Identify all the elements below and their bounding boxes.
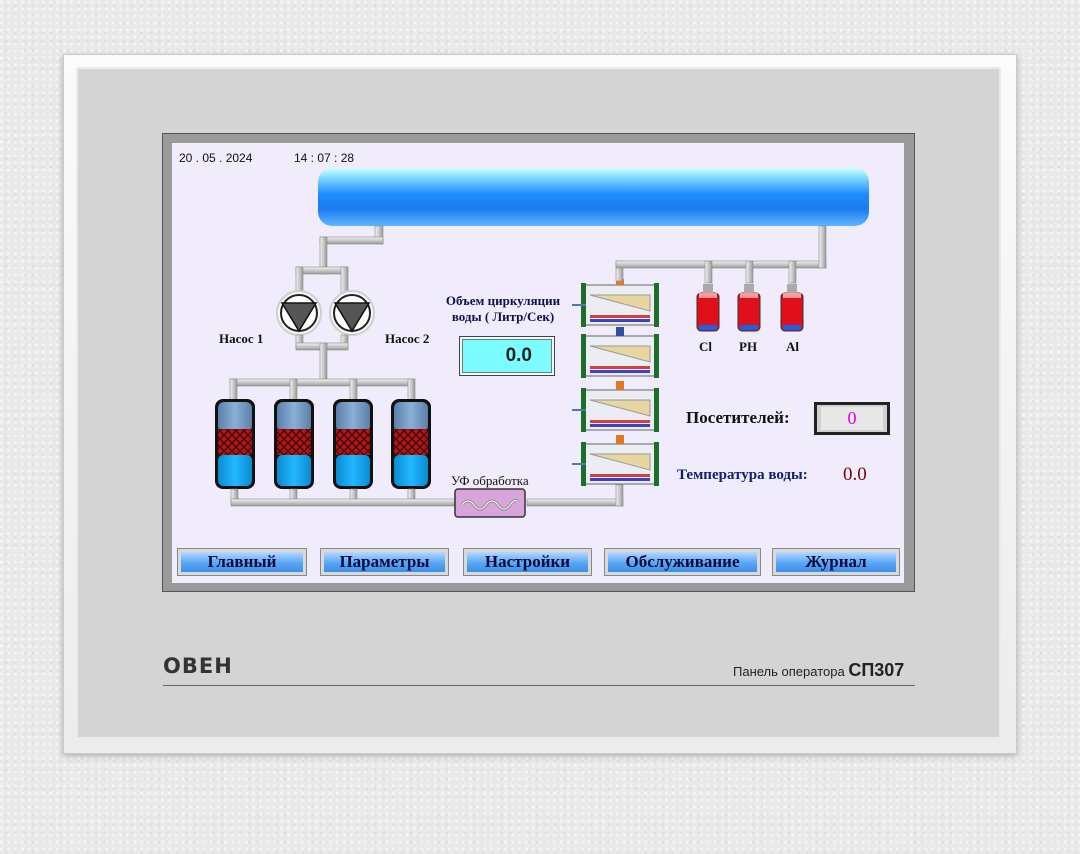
filters	[215, 399, 431, 489]
visitors-label: Посетителей:	[686, 408, 790, 427]
exchanger-2	[581, 327, 659, 378]
exchanger-1	[572, 279, 659, 327]
nav-parameters-label: Параметры	[324, 552, 445, 572]
flow-value-display: 0.0	[459, 336, 555, 376]
dosing-tanks	[696, 284, 804, 332]
pump-2-label: Насос 2	[385, 331, 430, 346]
model-code: СП307	[848, 660, 905, 680]
filter-2	[274, 399, 314, 489]
brand-logo: ОВЕН	[163, 654, 233, 678]
nav-maintenance-label: Обслуживание	[608, 552, 757, 572]
uv-unit	[454, 488, 526, 518]
nav-parameters-button[interactable]: Параметры	[320, 548, 449, 576]
nav-settings-button[interactable]: Настройки	[463, 548, 592, 576]
visitors-counter: 0	[814, 402, 890, 435]
flow-label-line1: Объем циркуляции	[445, 293, 561, 308]
filter-3	[333, 399, 373, 489]
device-model: Панель оператора СП307	[733, 660, 904, 681]
heat-exchanger-stack	[572, 279, 659, 486]
dosing-label-cl: Cl	[699, 339, 712, 354]
pump-1	[276, 290, 322, 336]
exchanger-3	[572, 381, 659, 432]
visitors-value: 0	[821, 407, 883, 430]
dosing-label-ph: PH	[739, 339, 758, 354]
pump-1-label: Насос 1	[219, 331, 264, 346]
pipe-return-to-reservoir	[615, 225, 827, 284]
pipe-reservoir-to-pumps	[295, 225, 384, 294]
pump-2	[329, 290, 375, 336]
nav-maintenance-button[interactable]: Обслуживание	[604, 548, 761, 576]
dosing-label-al: Al	[786, 339, 799, 354]
dosing-tank-cl	[696, 284, 720, 332]
uv-label: УФ обработка	[451, 473, 529, 488]
model-caption: Панель оператора	[733, 664, 845, 679]
hmi-screen: 20 . 05 . 2024 14 : 07 : 28 Насос 1 Насо…	[172, 143, 904, 583]
nav-journal-label: Журнал	[776, 552, 896, 572]
water-temp-value: 0.0	[843, 464, 867, 485]
filter-4	[391, 399, 431, 489]
dosing-tank-ph	[737, 284, 761, 332]
nav-main-button[interactable]: Главный	[177, 548, 307, 576]
flow-label-line2: воды ( Литр/Сек)	[451, 309, 555, 324]
nav-settings-label: Настройки	[467, 552, 588, 572]
bezel-divider	[163, 685, 915, 686]
nav-main-label: Главный	[181, 552, 303, 572]
filter-1	[215, 399, 255, 489]
nav-journal-button[interactable]: Журнал	[772, 548, 900, 576]
exchanger-4	[572, 435, 659, 486]
dosing-tank-al	[780, 284, 804, 332]
water-temp-label: Температура воды:	[677, 467, 808, 483]
